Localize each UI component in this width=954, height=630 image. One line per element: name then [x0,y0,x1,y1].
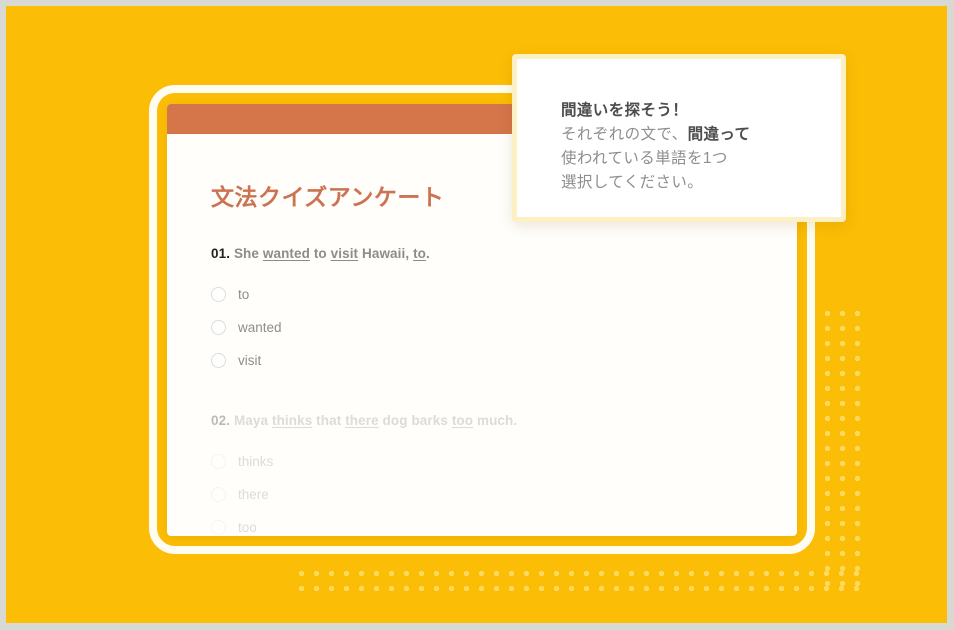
option-label-1-2: wanted [238,320,282,335]
question-spacer [211,387,753,413]
option-label-2-2: there [238,487,269,502]
question-block-2: 02. Maya thinks that there dog barks too… [211,413,753,536]
callout-line1-bold: 間違って [687,126,751,144]
callout-line2: 使われている単語を1つ [561,150,728,168]
question-block-1: 01. She wanted to visit Hawaii, to. to w… [211,246,753,377]
option-label-2-3: too [238,520,257,535]
question-sentence-2: Maya thinks that there dog barks too muc… [233,413,518,428]
callout-title: 間違いを探そう！ [561,102,689,119]
radio-icon[interactable] [211,287,226,302]
option-row-2-3[interactable]: too [211,511,753,536]
callout-line3: 選択してください。 [561,174,704,192]
option-row-1-1[interactable]: to [211,278,753,311]
screenshot-root: 文法クイズアンケート 01. She wanted to visit Hawai… [0,0,954,630]
option-row-1-3[interactable]: visit [211,344,753,377]
callout-line1-pre: それぞれの文で、 [561,126,688,144]
slide-canvas: 文法クイズアンケート 01. She wanted to visit Hawai… [6,6,947,623]
question-number-1: 01. [211,246,231,261]
callout-body: それぞれの文で、間違って 使われている単語を1つ 選択してください。 [561,123,841,195]
radio-icon[interactable] [211,353,226,368]
question-number-2: 02. [211,413,231,428]
option-label-2-1: thinks [238,454,274,469]
instruction-callout: 間違いを探そう！ それぞれの文で、間違って 使われている単語を1つ 選択してくだ… [512,54,846,222]
option-row-2-2[interactable]: there [211,478,753,511]
option-row-2-1[interactable]: thinks [211,445,753,478]
radio-icon[interactable] [211,520,226,535]
option-label-1-1: to [238,287,250,302]
radio-icon[interactable] [211,320,226,335]
dot-pattern-right [818,304,860,592]
question-text-2: 02. Maya thinks that there dog barks too… [211,413,753,428]
dot-pattern-bottom [292,564,860,592]
question-text-1: 01. She wanted to visit Hawaii, to. [211,246,753,261]
radio-icon[interactable] [211,454,226,469]
option-row-1-2[interactable]: wanted [211,311,753,344]
option-label-1-3: visit [238,353,262,368]
radio-icon[interactable] [211,487,226,502]
question-sentence-1: She wanted to visit Hawaii, to. [233,246,430,261]
